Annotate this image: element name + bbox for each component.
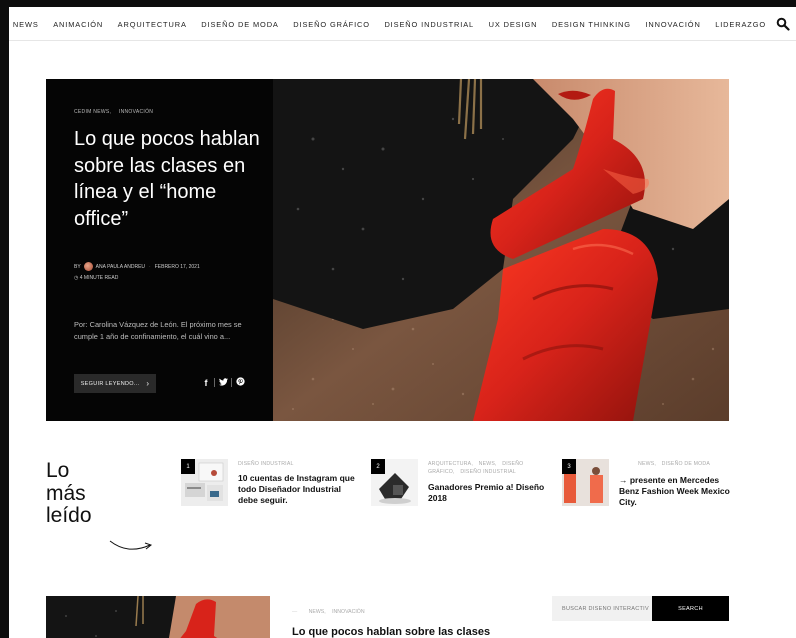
post-title[interactable]: Ganadores Premio a! Diseño 2018 [428, 482, 548, 504]
category-link[interactable]: DISEÑO INDUSTRIAL [238, 461, 294, 467]
category-link[interactable]: NEWS, [309, 609, 326, 615]
hero-categories: CEDIM NEWS, INNOVACIÓN [74, 109, 159, 115]
post-title[interactable]: 10 cuentas de Instagram que todo Diseñad… [238, 473, 358, 506]
pinterest-icon[interactable] [232, 377, 248, 388]
most-read-item[interactable]: 2 ARQUITECTURA, NEWS, DISEÑO GRÁFICO, DI… [371, 459, 551, 509]
post-categories: NEWS, DISEÑO DE MODA [638, 460, 753, 468]
hero-text-panel: CEDIM NEWS, INNOVACIÓN Lo que pocos habl… [46, 79, 273, 421]
hero-title[interactable]: Lo que pocos hablan sobre las clases en … [74, 126, 264, 232]
category-link[interactable]: NEWS, [479, 461, 497, 467]
hero-image[interactable] [273, 79, 729, 421]
post-categories: ARQUITECTURA, NEWS, DISEÑO GRÁFICO, DISE… [428, 460, 543, 476]
heading-line: leído [46, 504, 92, 527]
category-link[interactable]: DISEÑO DE MODA [662, 461, 710, 467]
author-name[interactable]: ANA PAULA ANDREU [96, 264, 145, 270]
facebook-icon[interactable]: f [198, 378, 214, 388]
divider: — [292, 609, 298, 615]
read-more-button[interactable]: SEGUIR LEYENDO... › [74, 374, 156, 393]
post-date: FEBRERO 17, 2021 [154, 263, 200, 270]
nav-item-liderazgo[interactable]: LIDERAZGO [715, 20, 766, 29]
category-link[interactable]: DISEÑO INDUSTRIAL [460, 469, 516, 475]
author-avatar [83, 262, 93, 271]
nav-item-animacion[interactable]: ANIMACIÓN [53, 20, 103, 29]
most-read-item[interactable]: 3 NEWS, DISEÑO DE MODA → presente en Mer… [562, 459, 742, 509]
rank-badge: 1 [181, 459, 195, 474]
rank-badge: 2 [371, 459, 385, 474]
heading-line: más [46, 481, 86, 505]
search-input[interactable] [552, 596, 652, 621]
nav-item-diseno-moda[interactable]: DISEÑO DE MODA [201, 20, 278, 29]
social-share: f [198, 377, 248, 388]
by-label: BY [74, 263, 81, 270]
read-time: ◷ 4 MINUTE READ [74, 275, 119, 281]
twitter-icon[interactable] [215, 377, 231, 388]
window-frame-top [0, 0, 796, 7]
post-thumbnail[interactable] [46, 596, 270, 638]
curved-arrow-icon [109, 540, 153, 550]
window-frame-left [0, 0, 9, 638]
nav-item-design-thinking[interactable]: DESIGN THINKING [552, 20, 631, 29]
read-more-label: SEGUIR LEYENDO... [80, 380, 140, 387]
nav-item-innovacion[interactable]: INNOVACIÓN [645, 20, 700, 29]
post-categories: DISEÑO INDUSTRIAL [238, 460, 353, 468]
nav-item-ux-design[interactable]: UX DESIGN [489, 20, 538, 29]
hero-excerpt: Por: Carolina Vázquez de León. El próxim… [74, 320, 242, 341]
rank-badge: 3 [562, 459, 576, 474]
nav-item-diseno-grafico[interactable]: DISEÑO GRÁFICO [293, 20, 370, 29]
most-read-heading: Lo más leído [46, 459, 92, 528]
category-link[interactable]: ARQUITECTURA, [428, 461, 473, 467]
chevron-right-icon: › [146, 379, 150, 388]
category-link[interactable]: INNOVACIÓN [332, 609, 364, 615]
most-read-item[interactable]: 1 DISEÑO INDUSTRIAL 10 cuentas de Instag… [181, 459, 361, 509]
nav-item-diseno-industrial[interactable]: DISEÑO INDUSTRIAL [384, 20, 474, 29]
post-categories: — NEWS, INNOVACIÓN [292, 609, 370, 615]
category-link[interactable]: INNOVACIÓN [119, 109, 153, 115]
main-nav: NEWS ANIMACIÓN ARQUITECTURA DISEÑO DE MO… [9, 7, 796, 41]
category-link[interactable]: NEWS, [638, 461, 656, 467]
category-link[interactable]: CEDIM NEWS, [74, 109, 111, 115]
post-title[interactable]: → presente en Mercedes Benz Fashion Week… [619, 475, 739, 508]
hero-featured-post: CEDIM NEWS, INNOVACIÓN Lo que pocos habl… [46, 79, 729, 421]
search-icon[interactable] [776, 17, 790, 31]
post-meta: BY ANA PAULA ANDREU · FEBRERO 17, 2021 [74, 262, 200, 271]
search-button[interactable]: SEARCH [652, 596, 729, 621]
meta-separator: · [149, 263, 151, 270]
nav-item-arquitectura[interactable]: ARQUITECTURA [118, 20, 187, 29]
post-title[interactable]: Lo que pocos hablan sobre las clases [292, 626, 490, 638]
heading-line: Lo [46, 459, 70, 482]
nav-item-news[interactable]: NEWS [13, 20, 39, 29]
